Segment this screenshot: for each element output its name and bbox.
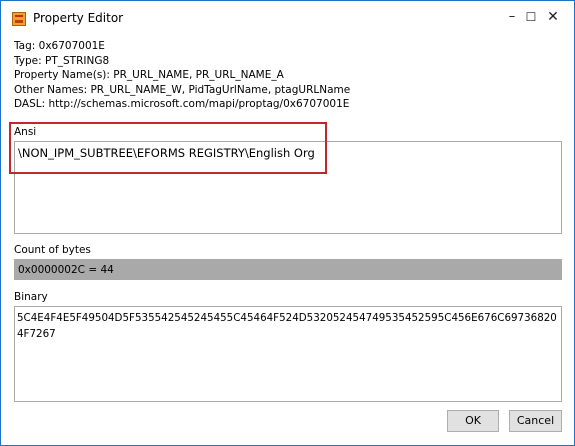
- close-button[interactable]: ✕: [543, 7, 563, 27]
- app-icon: [12, 12, 26, 26]
- cancel-button[interactable]: Cancel: [509, 410, 562, 432]
- type-info: Type: PT_STRING8: [14, 55, 110, 67]
- binary-label: Binary: [14, 291, 48, 303]
- ansi-textbox[interactable]: \NON_IPM_SUBTREE\EFORMS REGISTRY\English…: [14, 141, 562, 234]
- minimize-button[interactable]: –: [502, 7, 522, 27]
- ansi-label: Ansi: [14, 126, 37, 138]
- dasl-info: DASL: http://schemas.microsoft.com/mapi/…: [14, 98, 350, 110]
- tag-info: Tag: 0x6707001E: [14, 40, 105, 52]
- count-of-bytes-label: Count of bytes: [14, 244, 91, 256]
- maximize-button[interactable]: ☐: [521, 7, 541, 27]
- binary-textbox[interactable]: 5C4E4F4E5F49504D5F535542545245455C45464F…: [14, 306, 562, 402]
- other-names-info: Other Names: PR_URL_NAME_W, PidTagUrlNam…: [14, 84, 351, 96]
- title-bar[interactable]: Property Editor – ☐ ✕: [1, 1, 574, 37]
- count-of-bytes-field: 0x0000002C = 44: [14, 259, 562, 280]
- ok-button[interactable]: OK: [447, 410, 499, 432]
- property-names-info: Property Name(s): PR_URL_NAME, PR_URL_NA…: [14, 69, 284, 81]
- property-editor-window: Property Editor – ☐ ✕ Tag: 0x6707001E Ty…: [0, 0, 575, 446]
- window-title: Property Editor: [33, 11, 124, 25]
